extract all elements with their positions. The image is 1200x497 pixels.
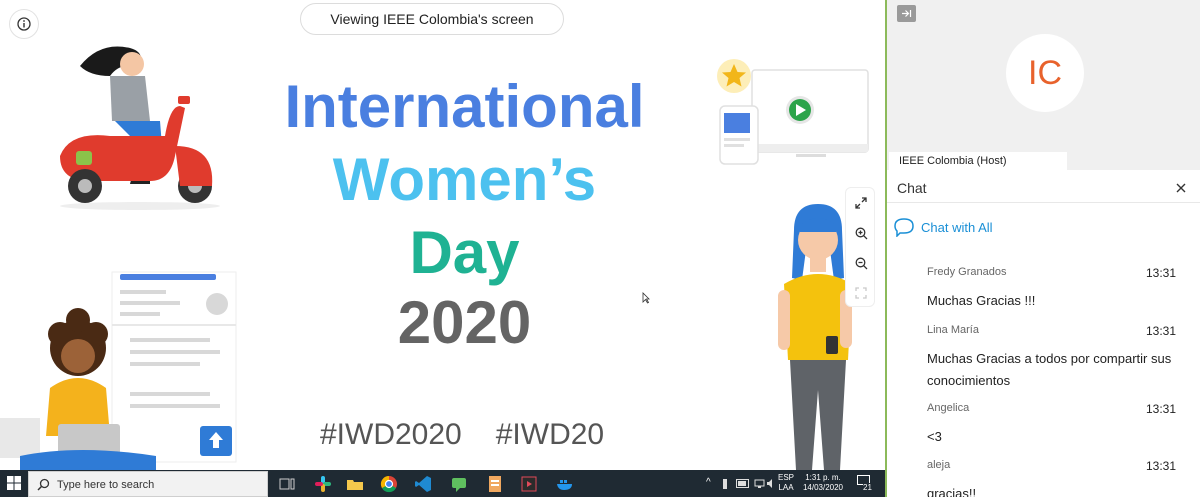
message-text: gracias!! (927, 486, 977, 497)
close-icon (1176, 183, 1186, 193)
system-tray: ^ ESP LAA 1:31 p. m. 14/03/2020 21 (700, 470, 885, 497)
message-text: Muchas Gracias a todos por compartir sus… (927, 351, 1172, 388)
chrome-icon[interactable] (378, 473, 400, 495)
notification-count: 21 (863, 483, 872, 492)
chat-header: Chat (887, 173, 1200, 203)
fit-screen-button[interactable] (846, 188, 876, 218)
file-explorer-icon[interactable] (344, 473, 366, 495)
chat-bubble-icon (894, 218, 914, 237)
message-sender: Angelica (927, 402, 970, 414)
message-time: 13:31 (1145, 324, 1176, 338)
app-window: Viewing IEEE Colombia's screen Internati… (0, 0, 1200, 497)
participant-avatar: IC (1006, 34, 1084, 112)
zoom-out-button[interactable] (846, 248, 876, 278)
slide-hashtags: #IWD2020 #IWD20 (320, 418, 638, 452)
windows-start-icon[interactable] (6, 475, 22, 491)
shared-screen: Viewing IEEE Colombia's screen Internati… (0, 0, 885, 470)
battery-icon[interactable] (736, 479, 750, 488)
collapse-arrow-icon (902, 10, 912, 17)
chat-app-icon[interactable] (448, 473, 470, 495)
keyboard-layout-code: LAA (778, 483, 794, 492)
notes-app-icon[interactable] (484, 473, 506, 495)
zoom-out-icon (855, 257, 867, 269)
woman-with-laptop-illustration (0, 271, 237, 470)
usb-icon[interactable] (720, 478, 730, 490)
message-text: <3 (927, 429, 942, 444)
task-view-icon[interactable] (276, 473, 298, 495)
close-chat-button[interactable] (1176, 179, 1186, 197)
chat-message-list: Fredy Granados 13:31 Muchas Gracias !!! … (887, 250, 1200, 497)
expand-icon (855, 197, 867, 209)
clock-time: 1:31 p. m. (805, 473, 841, 482)
slide-title-line-2: Women’s (332, 146, 597, 213)
chat-title: Chat (897, 180, 927, 196)
chat-channel-selector[interactable]: Chat with All (887, 210, 1200, 246)
chat-channel-label: Chat with All (921, 220, 993, 235)
video-editor-icon[interactable] (518, 473, 540, 495)
fullscreen-button[interactable] (846, 278, 876, 308)
windows-taskbar: Type here to search ^ ESP LAA 1:31 p. m.… (0, 470, 885, 497)
search-placeholder: Type here to search (57, 479, 155, 491)
message-time: 13:31 (1145, 459, 1176, 473)
message-time: 13:31 (1145, 266, 1176, 280)
mouse-cursor-icon (642, 292, 650, 304)
show-hidden-icons-icon[interactable]: ^ (706, 477, 711, 488)
screen-zoom-controls (845, 187, 875, 307)
message-sender: aleja (927, 459, 951, 471)
vscode-icon[interactable] (412, 473, 434, 495)
message-sender: Fredy Granados (927, 266, 1007, 278)
search-icon (37, 478, 50, 491)
hashtag-iwd2020: #IWD2020 (320, 418, 462, 451)
language-code: ESP (777, 473, 794, 482)
message-text: Muchas Gracias !!! (927, 293, 1036, 308)
zoom-in-icon (855, 227, 867, 239)
fullscreen-icon (855, 287, 867, 299)
message-time: 13:31 (1145, 402, 1176, 416)
clock-date: 14/03/2020 (802, 483, 844, 492)
slide-title-line-1: International (284, 73, 645, 140)
zoom-in-button[interactable] (846, 218, 876, 248)
collapse-panel-button[interactable] (897, 5, 916, 22)
info-button[interactable] (9, 9, 39, 39)
info-icon (17, 17, 31, 31)
input-language-indicator[interactable]: ESP LAA (776, 473, 796, 493)
slack-icon[interactable] (312, 473, 334, 495)
viewing-screen-label: Viewing IEEE Colombia's screen (300, 3, 564, 35)
participant-video-tile: IC IEEE Colombia (Host) (887, 0, 1200, 170)
action-center-button[interactable]: 21 (856, 474, 876, 494)
docker-icon[interactable] (554, 473, 576, 495)
network-icon[interactable] (754, 478, 766, 489)
taskbar-search-box[interactable]: Type here to search (28, 471, 268, 497)
participant-name-label: IEEE Colombia (Host) (889, 152, 1067, 170)
taskbar-clock[interactable]: 1:31 p. m. 14/03/2020 (798, 473, 848, 493)
message-sender: Lina María (927, 324, 979, 336)
meeting-side-panel: IC IEEE Colombia (Host) Chat Chat with A… (885, 0, 1200, 497)
hashtag-iwd20: #IWD20 (495, 418, 605, 451)
